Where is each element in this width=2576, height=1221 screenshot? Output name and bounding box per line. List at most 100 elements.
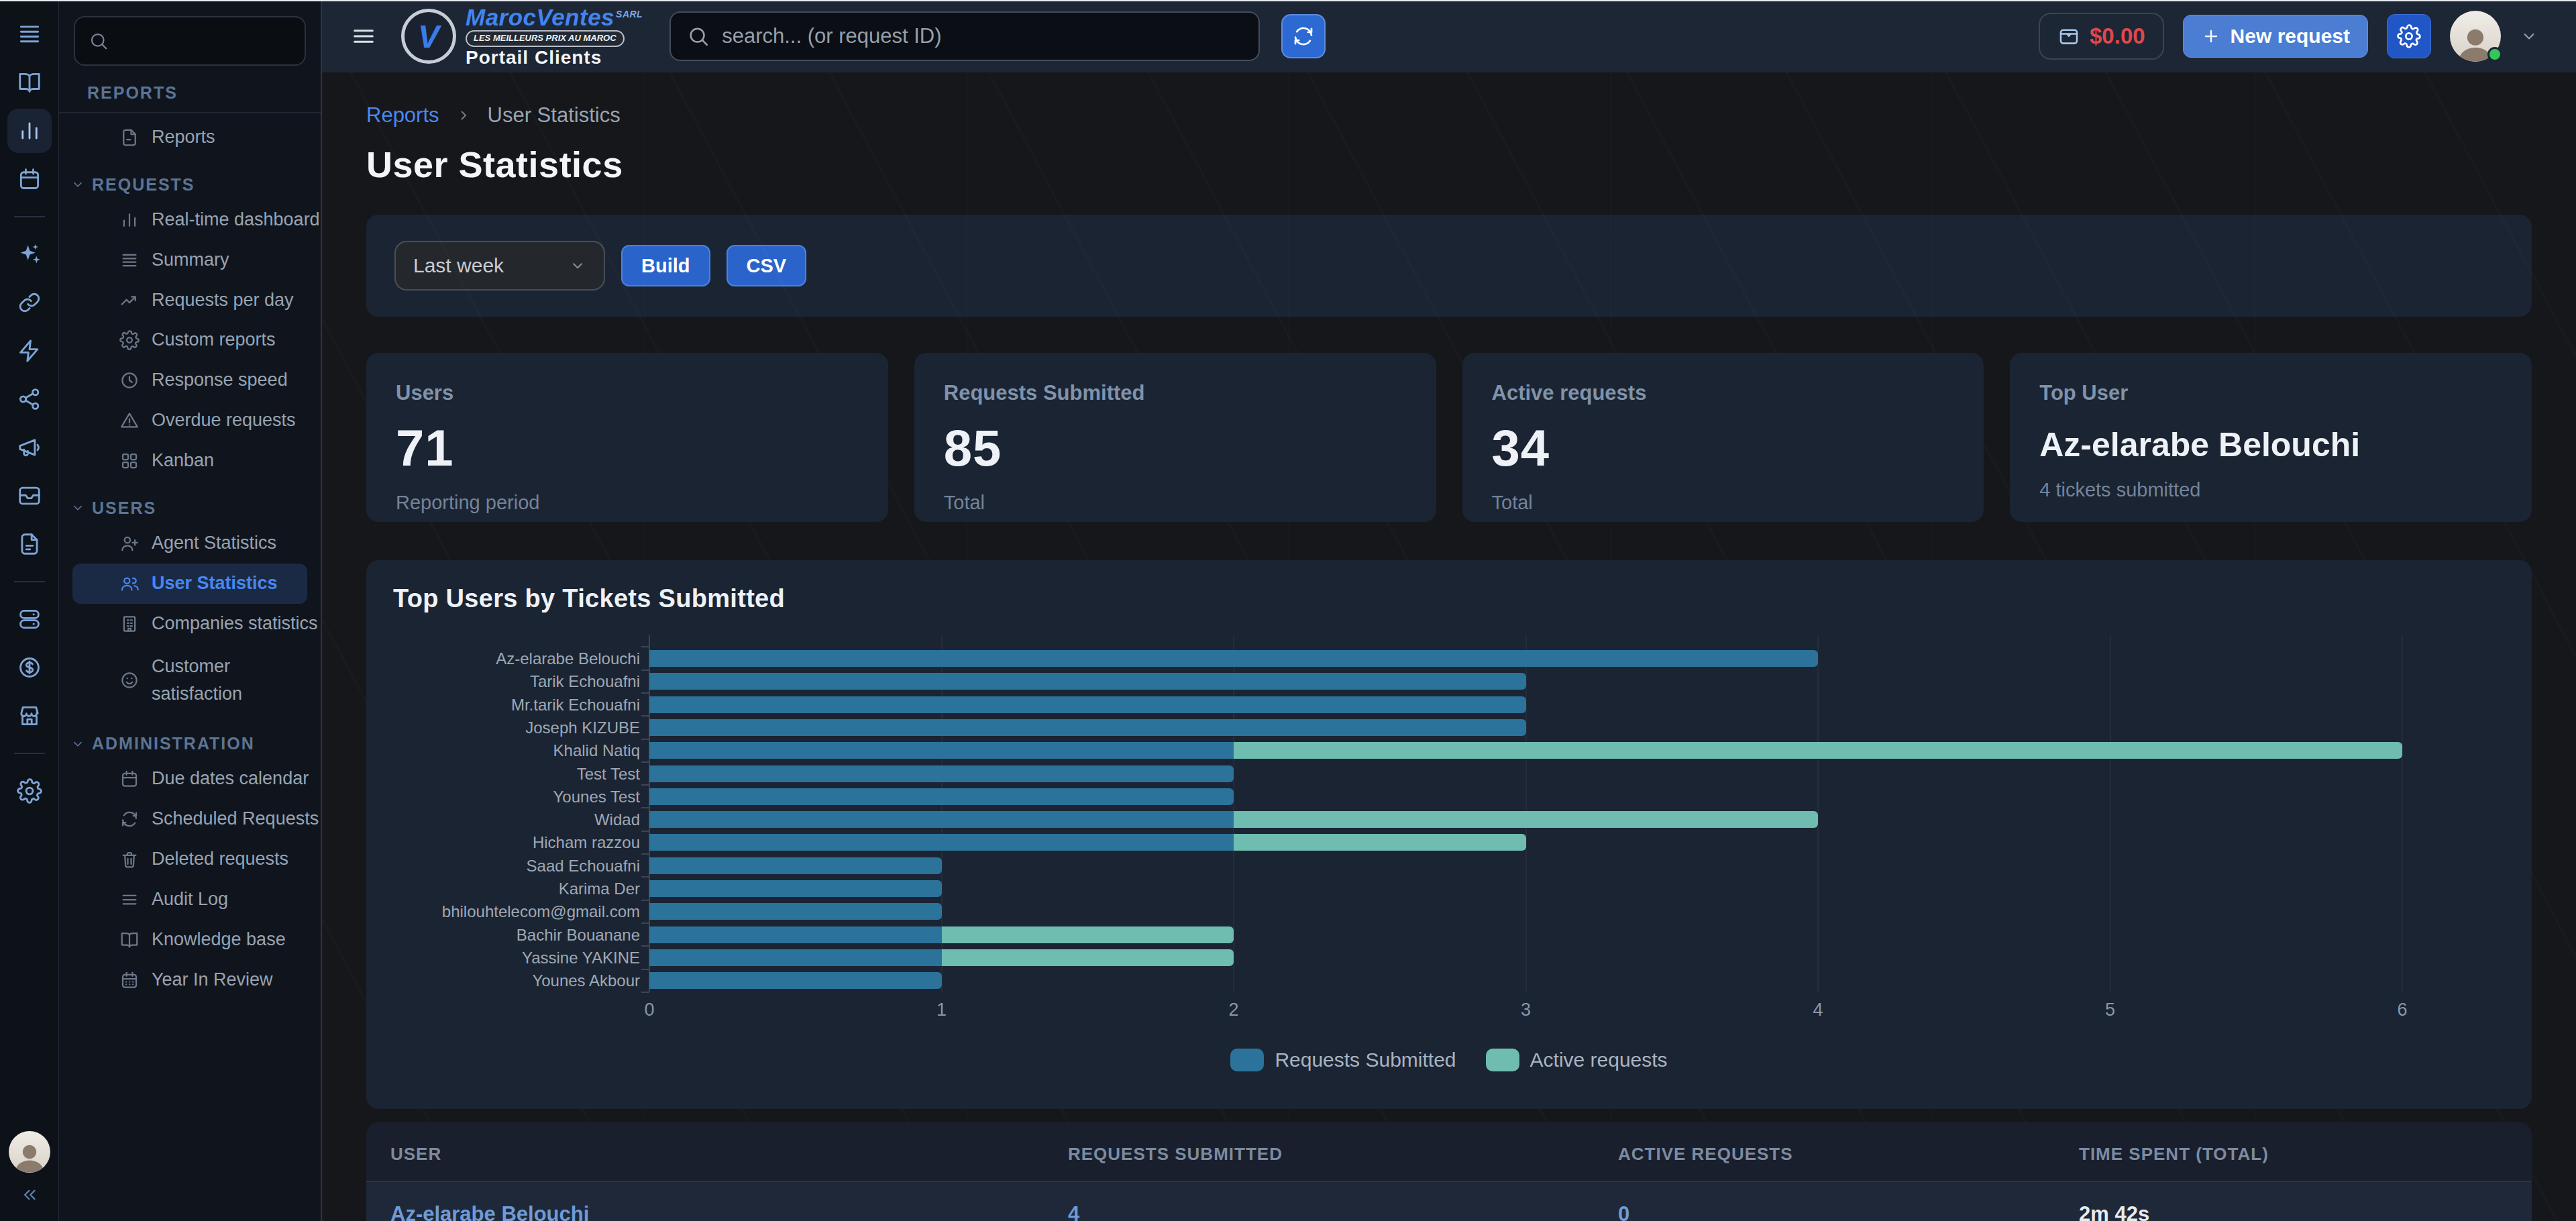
sidebar-item-overdue-requests[interactable]: Overdue requests	[72, 401, 307, 441]
legend-item[interactable]: Active requests	[1486, 1049, 1668, 1071]
column-header[interactable]: USER	[390, 1144, 441, 1165]
sidebar-item-agent-statistics[interactable]: Agent Statistics	[72, 523, 307, 564]
build-button[interactable]: Build	[621, 245, 710, 286]
breadcrumb-reports-link[interactable]: Reports	[366, 103, 439, 127]
column-header[interactable]: ACTIVE REQUESTS	[1618, 1144, 1793, 1165]
category-label: Tarik Echouafni	[393, 673, 640, 690]
sidebar-item-year-in-review[interactable]: Year In Review	[72, 960, 307, 1000]
sidebar-item-requests-per-day[interactable]: Requests per day	[72, 280, 307, 321]
sidebar-section-administration[interactable]: ADMINISTRATION	[59, 734, 321, 753]
lines4-icon	[119, 250, 140, 270]
dollar-circle-icon[interactable]	[7, 645, 52, 690]
sidebar-item-reports[interactable]: Reports	[72, 117, 307, 158]
zap-icon[interactable]	[7, 329, 52, 373]
plus-icon	[2201, 26, 2221, 46]
search-icon	[89, 31, 109, 51]
file-icon	[119, 127, 140, 148]
megaphone-icon[interactable]	[7, 425, 52, 470]
sidebar-item-knowledge-base[interactable]: Knowledge base	[72, 920, 307, 960]
sidebar-item-user-statistics[interactable]: User Statistics	[72, 564, 307, 604]
refresh-button[interactable]	[1281, 14, 1326, 58]
file-text-icon[interactable]	[7, 522, 52, 566]
bar-row	[649, 880, 942, 897]
sidebar-item-deleted-requests[interactable]: Deleted requests	[72, 839, 307, 880]
topbar: V MarocVentesSARL LES MEILLEURS PRIX AU …	[322, 0, 2576, 72]
calendar-icon[interactable]	[7, 157, 52, 201]
sidebar-item-summary[interactable]: Summary	[72, 240, 307, 280]
share-icon[interactable]	[7, 377, 52, 421]
user-plus-icon	[119, 533, 140, 553]
sidebar-item-real-time-dashboard[interactable]: Real-time dashboard	[72, 200, 307, 240]
bar-row	[649, 719, 1526, 736]
collapse-sidebar-icon[interactable]	[19, 1185, 40, 1208]
category-label: bhilouhtelecom@gmail.com	[393, 903, 640, 920]
rail-avatar[interactable]	[9, 1131, 50, 1173]
bar-row	[649, 650, 1818, 667]
category-label: Test Test	[393, 765, 640, 782]
chart-card: Top Users by Tickets Submitted Az-elarab…	[366, 560, 2532, 1109]
csv-button[interactable]: CSV	[727, 245, 807, 286]
book-open-icon[interactable]	[7, 60, 52, 105]
link-icon[interactable]	[7, 280, 52, 325]
category-label: Bachir Bouanane	[393, 926, 640, 943]
column-header[interactable]: TIME SPENT (TOTAL)	[2079, 1144, 2269, 1165]
category-label: Mr.tarik Echouafni	[393, 696, 640, 713]
time-spent-value: 2m 42s	[2079, 1202, 2149, 1221]
chevron-right-icon	[455, 107, 472, 123]
global-search[interactable]	[669, 11, 1260, 61]
bar-row	[649, 673, 1526, 690]
server-icon[interactable]	[7, 597, 52, 641]
table-row[interactable]: Az-elarabe Belouchi 4 0 2m 42s	[366, 1182, 2532, 1221]
store-icon[interactable]	[7, 694, 52, 738]
account-menu-chevron-icon[interactable]	[2520, 27, 2538, 46]
sidebar-section-requests[interactable]: REQUESTS	[59, 175, 321, 195]
active-requests-value[interactable]: 0	[1618, 1202, 1629, 1221]
sparkles-icon[interactable]	[7, 232, 52, 276]
category-label: Khalid Natiq	[393, 742, 640, 759]
sidebar-item-custom-reports[interactable]: Custom reports	[72, 320, 307, 360]
requests-submitted-value[interactable]: 4	[1068, 1202, 1079, 1221]
sidebar-search-input[interactable]	[118, 30, 291, 52]
brand-subtitle: Portail Clients	[466, 48, 602, 67]
bar-row	[649, 811, 1818, 828]
settings-button[interactable]	[2387, 14, 2431, 58]
sidebar-item-kanban[interactable]: Kanban	[72, 441, 307, 481]
logo[interactable]: V MarocVentesSARL LES MEILLEURS PRIX AU …	[401, 5, 643, 66]
brand-name: MarocVentesSARL	[466, 5, 643, 29]
sidebar-item-audit-log[interactable]: Audit Log	[72, 880, 307, 920]
calendar-days-icon	[119, 970, 140, 990]
balance-amount: $0.00	[2090, 23, 2145, 49]
menu-icon[interactable]	[7, 12, 52, 56]
sidebar-section-users[interactable]: USERS	[59, 498, 321, 518]
alert-triangle-icon	[119, 411, 140, 431]
bar-row	[649, 788, 1234, 805]
sidebar-item-scheduled-requests[interactable]: Scheduled Requests	[72, 799, 307, 839]
menu-toggle-button[interactable]	[350, 23, 377, 50]
column-header[interactable]: REQUESTS SUBMITTED	[1068, 1144, 1283, 1165]
global-search-input[interactable]	[722, 24, 1242, 48]
chart-title: Top Users by Tickets Submitted	[393, 584, 785, 613]
period-select[interactable]: Last week	[394, 241, 605, 290]
chart-legend: Requests Submitted Active requests	[366, 1049, 2532, 1071]
user-link[interactable]: Az-elarabe Belouchi	[390, 1202, 589, 1221]
new-request-button[interactable]: New request	[2183, 15, 2368, 58]
bar-chart-icon[interactable]	[7, 109, 52, 153]
app: REPORTSReportsREQUESTSReal-time dashboar…	[0, 0, 2576, 1221]
bar-row	[649, 765, 1234, 782]
book-open-icon	[119, 930, 140, 950]
sidebar-search[interactable]	[74, 16, 306, 66]
balance-chip[interactable]: $0.00	[2039, 13, 2164, 60]
sidebar-item-companies-statistics[interactable]: Companies statistics	[72, 604, 307, 644]
bar-row	[649, 903, 942, 920]
inbox-icon[interactable]	[7, 474, 52, 518]
category-label: Az-elarabe Belouchi	[393, 650, 640, 667]
user-avatar[interactable]	[2450, 11, 2501, 62]
sidebar-item-customer-satisfaction[interactable]: Customer satisfaction	[72, 643, 307, 716]
bar-chart	[649, 635, 2402, 992]
window-top-edge	[0, 0, 2576, 1]
gear-icon[interactable]	[7, 769, 52, 813]
building-icon	[119, 614, 140, 634]
legend-item[interactable]: Requests Submitted	[1230, 1049, 1456, 1071]
sidebar-item-due-dates-calendar[interactable]: Due dates calendar	[72, 759, 307, 799]
sidebar-item-response-speed[interactable]: Response speed	[72, 360, 307, 401]
